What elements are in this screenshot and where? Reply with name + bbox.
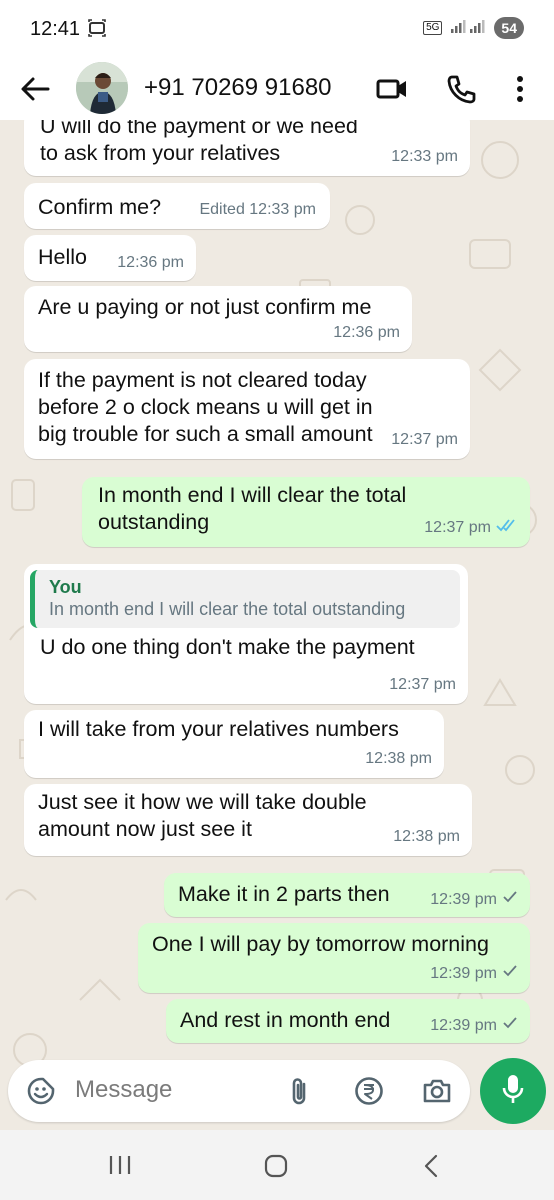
incoming-message[interactable]: Hello 12:36 pm (24, 235, 196, 281)
message-time: 12:36 pm (333, 324, 400, 341)
signal-icon (450, 18, 486, 39)
incoming-reply-message[interactable]: You In month end I will clear the total … (24, 564, 468, 704)
message-time: Edited 12:33 pm (199, 201, 316, 218)
message-text: One I will pay by tomorrow morning (152, 932, 489, 956)
chat-area[interactable]: U will do the payment or we need to ask … (0, 120, 554, 1130)
video-call-icon[interactable] (376, 74, 408, 104)
phone-icon[interactable] (446, 74, 478, 104)
message-composer[interactable]: Message (8, 1060, 470, 1122)
outgoing-message[interactable]: Make it in 2 parts then 12:39 pm (164, 873, 530, 917)
sent-tick-icon (502, 1012, 518, 1039)
status-indicators: 5G 54 (423, 17, 524, 39)
message-time: 12:37 pm (424, 514, 518, 541)
message-text: Confirm me? (38, 195, 162, 219)
incoming-message[interactable]: Just see it how we will take double amou… (24, 784, 472, 856)
rupee-payment-icon[interactable] (354, 1076, 384, 1111)
message-time: 12:39 pm (430, 1012, 518, 1039)
message-input[interactable]: Message (75, 1076, 172, 1104)
message-time: 12:38 pm (365, 750, 432, 767)
message-text: Just see it how we will take double amou… (38, 790, 367, 841)
message-time: 12:39 pm (430, 886, 518, 913)
chat-header: +91 70269 91680 (0, 58, 554, 120)
emoji-sticker-icon[interactable] (26, 1076, 56, 1111)
message-time: 12:33 pm (391, 148, 458, 165)
outgoing-message[interactable]: In month end I will clear the total outs… (82, 477, 530, 547)
incoming-message[interactable]: If the payment is not cleared today befo… (24, 359, 470, 459)
status-bar: 12:41 5G 54 (0, 0, 554, 58)
incoming-message[interactable]: I will take from your relatives numbers … (24, 710, 444, 778)
message-text: U do one thing don't make the payment (40, 635, 415, 659)
message-text: I will take from your relatives numbers (38, 717, 399, 741)
incoming-message[interactable]: Confirm me? Edited 12:33 pm (24, 183, 330, 229)
recents-icon[interactable] (108, 1154, 132, 1181)
status-time: 12:41 (30, 18, 81, 40)
sent-tick-icon (502, 960, 518, 987)
read-receipt-icon (496, 514, 518, 541)
incoming-message[interactable]: Are u paying or not just confirm me 12:3… (24, 286, 412, 352)
message-time: 12:37 pm (391, 431, 458, 448)
back-arrow-icon[interactable] (18, 74, 52, 104)
message-text: Are u paying or not just confirm me (38, 295, 372, 319)
message-text: If the payment is not cleared today befo… (38, 368, 373, 446)
contact-name[interactable]: +91 70269 91680 (144, 74, 332, 102)
message-time: 12:38 pm (393, 828, 460, 845)
screen-record-icon (88, 19, 106, 42)
message-time: 12:37 pm (389, 676, 456, 693)
mic-icon (501, 1073, 525, 1110)
quote-text: In month end I will clear the total outs… (49, 599, 406, 619)
outgoing-message[interactable]: And rest in month end 12:39 pm (166, 999, 530, 1043)
message-text: Hello (38, 245, 87, 269)
message-text: U will do the payment or we need to ask … (40, 120, 358, 165)
quote-author: You (49, 577, 82, 597)
system-nav-bar (0, 1130, 554, 1200)
network-type: 5G (423, 21, 443, 35)
message-text: Make it in 2 parts then (178, 882, 390, 906)
incoming-message[interactable]: U will do the payment or we need to ask … (24, 120, 470, 176)
home-icon[interactable] (264, 1154, 288, 1183)
mic-button[interactable] (480, 1058, 546, 1124)
more-options-icon[interactable] (510, 74, 530, 104)
sent-tick-icon (502, 886, 518, 913)
message-time: 12:39 pm (430, 960, 518, 987)
avatar[interactable] (76, 62, 128, 114)
attach-icon[interactable] (288, 1076, 310, 1113)
quoted-message[interactable]: You In month end I will clear the total … (30, 570, 460, 628)
message-time: 12:36 pm (117, 254, 184, 271)
message-text: In month end I will clear the total outs… (98, 483, 407, 534)
outgoing-message[interactable]: One I will pay by tomorrow morning 12:39… (138, 923, 530, 993)
nav-back-icon[interactable] (422, 1154, 440, 1183)
message-text: And rest in month end (180, 1008, 391, 1032)
camera-icon[interactable] (422, 1076, 452, 1111)
battery-indicator: 54 (494, 17, 524, 39)
